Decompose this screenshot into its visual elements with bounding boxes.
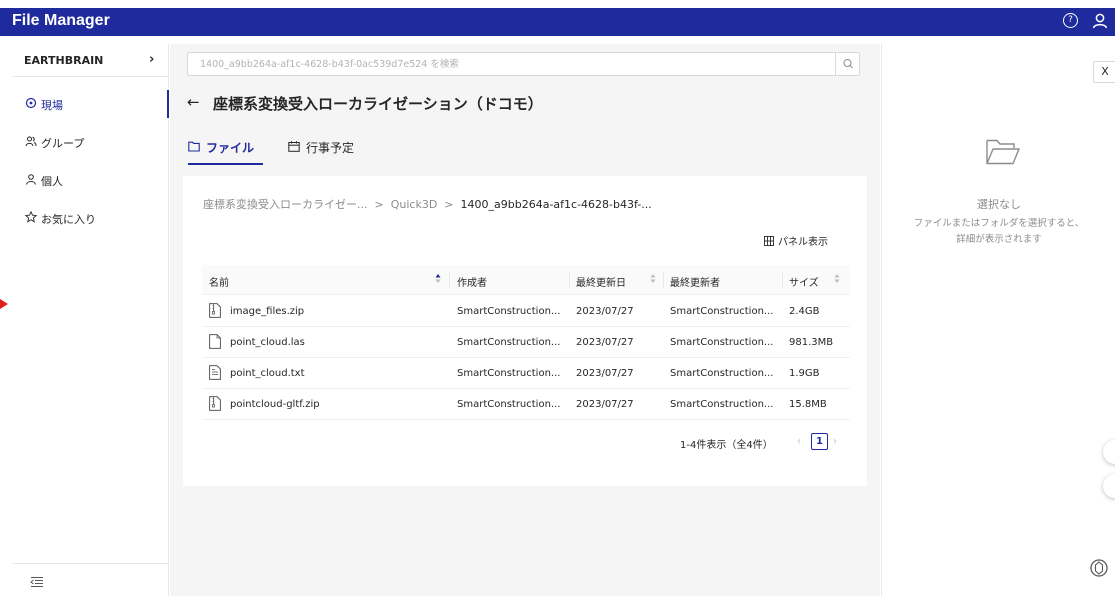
sidebar-item-label: 個人 [41,175,63,188]
group-icon [25,136,37,147]
file-updater: SmartConstruction... [670,306,774,317]
grid-icon [764,236,774,246]
column-header-name[interactable]: 名前 [209,274,229,289]
sidebar-item-label: お気に入り [41,213,96,226]
file-updater: SmartConstruction... [670,337,774,348]
app-header: File Manager ? [0,8,1115,36]
user-icon [26,174,36,185]
column-divider [569,273,570,287]
zip-file-icon [209,396,221,411]
folder-icon [188,141,200,152]
panel-view-label: パネル表示 [778,237,828,248]
breadcrumb-item[interactable]: Quick3D [391,198,438,211]
zip-file-icon [209,303,221,318]
file-list-card: 座標系変換受入ローカライゼー... > Quick3D >1400_a9bb264a-… [183,176,867,486]
table-row[interactable]: point_cloud.txt SmartConstruction... 202… [202,358,850,389]
location-pin-icon [25,97,37,109]
file-creator: SmartConstruction... [457,368,561,379]
chevron-right-icon: › [149,52,155,67]
file-size: 1.9GB [789,368,820,379]
sidebar-item-favorites[interactable]: お気に入り [12,204,169,232]
org-switcher[interactable]: EARTHBRAIN › [12,44,168,77]
column-divider [449,273,450,287]
breadcrumb-item[interactable]: 座標系変換受入ローカライゼー... [203,196,368,212]
sidebar-item-personal[interactable]: 個人 [12,166,169,194]
panel-view-toggle[interactable]: パネル表示 [764,233,828,248]
sidebar-item-groups[interactable]: グループ [12,128,169,156]
breadcrumb-separator: > [374,198,384,211]
pagination-page-1[interactable]: 1 [811,433,828,450]
help-icon[interactable]: ? [1063,13,1078,28]
pagination-next-button[interactable]: › [833,436,837,447]
file-creator: SmartConstruction... [457,399,561,410]
file-updated: 2023/07/27 [576,337,634,348]
back-button[interactable]: ← [187,93,200,111]
page-title: 座標系変換受入ローカライゼーション（ドコモ） [213,95,543,113]
file-name[interactable]: point_cloud.txt [230,368,305,379]
text-file-icon [209,365,221,380]
file-size: 981.3MB [789,337,834,348]
column-header-updater[interactable]: 最終更新者 [670,274,720,289]
column-header-creator[interactable]: 作成者 [457,274,487,289]
file-updater: SmartConstruction... [670,368,774,379]
search-bar [187,52,860,76]
breadcrumb: 座標系変換受入ローカライゼー... > Quick3D >1400_a9bb264a-… [203,196,652,212]
file-icon [209,334,221,349]
file-size: 2.4GB [789,306,820,317]
collapse-menu-icon[interactable] [30,576,44,588]
main-content: ← 座標系変換受入ローカライゼーション（ドコモ） ファイル 行事予定 座標系変換… [170,44,880,596]
tab-label: 行事予定 [306,141,355,155]
sidebar-item-label: グループ [41,137,85,150]
sort-icon[interactable] [834,273,840,284]
search-icon [843,59,853,69]
table-header: 名前 作成者 最終更新日 最終更新者 サイズ [202,265,850,295]
calendar-icon [288,141,300,152]
app-title: File Manager [12,12,110,29]
sidebar-item-sites[interactable]: 現場 [12,90,169,118]
file-creator: SmartConstruction... [457,306,561,317]
folder-open-icon [986,139,1020,165]
close-button[interactable]: X [1093,61,1115,83]
file-updated: 2023/07/27 [576,368,634,379]
column-header-updated[interactable]: 最終更新日 [576,274,626,289]
column-divider [663,273,664,287]
detail-empty-title: 選択なし [977,198,1021,211]
file-name[interactable]: point_cloud.las [230,337,305,348]
org-name: EARTHBRAIN [24,54,104,67]
search-input[interactable] [188,53,836,75]
detail-panel: X 選択なし ファイルまたはフォルダを選択すると、 詳細が表示されます [881,44,1115,596]
breadcrumb-current: 1400_a9bb264a-af1c-4628-b43f-... [460,198,652,211]
column-divider [782,273,783,287]
detail-description-line: ファイルまたはフォルダを選択すると、 [913,218,1085,229]
pointer-arrow-icon [0,299,8,309]
user-account-icon[interactable] [1090,11,1110,31]
breadcrumb-separator: > [444,198,454,211]
file-updated: 2023/07/27 [576,306,634,317]
table-row[interactable]: point_cloud.las SmartConstruction... 202… [202,327,850,358]
pagination-summary: 1-4件表示（全4件） [680,440,773,451]
file-creator: SmartConstruction... [457,337,561,348]
search-button[interactable] [835,53,859,75]
divider [12,563,168,564]
ai-assistant-icon[interactable] [1088,557,1110,579]
file-updated: 2023/07/27 [576,399,634,410]
detail-description-line: 詳細が表示されます [956,234,1042,245]
file-size: 15.8MB [789,399,827,410]
table-row[interactable]: pointcloud-gltf.zip SmartConstruction...… [202,389,850,420]
sort-icon[interactable] [435,273,441,284]
detail-empty-description: ファイルまたはフォルダを選択すると、 詳細が表示されます [882,216,1115,248]
sort-icon[interactable] [650,273,656,284]
column-header-size[interactable]: サイズ [789,274,819,289]
table-row[interactable]: image_files.zip SmartConstruction... 202… [202,296,850,327]
sidebar: EARTHBRAIN › 現場 グループ 個人 お気に入り [12,44,169,596]
file-name[interactable]: pointcloud-gltf.zip [230,399,320,410]
file-updater: SmartConstruction... [670,399,774,410]
pagination-prev-button[interactable]: ‹ [797,436,801,447]
file-name[interactable]: image_files.zip [230,306,304,317]
star-icon [25,211,37,223]
tab-label: ファイル [206,141,255,155]
sidebar-item-label: 現場 [41,99,63,112]
